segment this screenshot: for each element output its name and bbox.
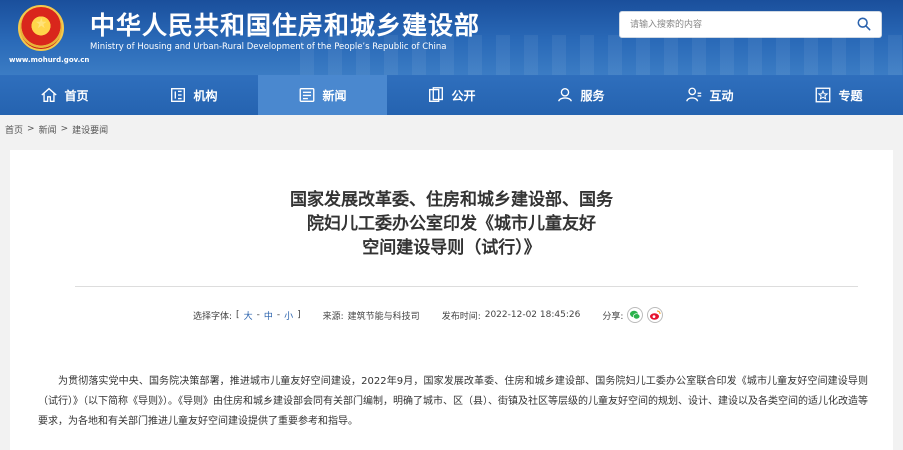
nav-item-service[interactable]: 服务 — [516, 75, 645, 115]
article-meta: 选择字体: [ 大 - 中 - 小 ] 来源: 建筑节能与科技司 发布时间: 2… — [193, 307, 664, 323]
article-title: 国家发展改革委、住房和城乡建设部、国务 院妇儿工委办公室印发《城市儿童友好 空间… — [10, 188, 893, 260]
nav-label: 新闻 — [322, 88, 347, 103]
publish-time-label: 发布时间: — [441, 311, 481, 322]
article-title-line: 空间建设导则（试行）》 — [362, 238, 541, 258]
weibo-share-icon[interactable] — [647, 307, 664, 323]
home-icon — [41, 87, 58, 102]
nav-item-open[interactable]: 公开 — [387, 75, 516, 115]
font-bracket: ] — [297, 310, 301, 320]
title-divider — [75, 286, 858, 287]
site-url: www.mohurd.gov.cn — [9, 56, 90, 64]
breadcrumb: 首页 > 新闻 > 建设要闻 — [0, 115, 903, 143]
breadcrumb-news[interactable]: 新闻 — [39, 123, 57, 136]
breadcrumb-construction-news[interactable]: 建设要闻 — [72, 123, 108, 136]
nav-item-news[interactable]: 新闻 — [258, 75, 387, 115]
nav-label: 首页 — [64, 88, 89, 103]
topic-icon — [816, 87, 831, 103]
service-icon — [558, 88, 573, 102]
nav-label: 公开 — [451, 88, 476, 103]
nav-label: 机构 — [193, 88, 218, 103]
org-icon — [171, 88, 186, 102]
nav-label: 专题 — [838, 88, 863, 103]
search-input[interactable] — [620, 12, 840, 38]
nav-item-interact[interactable]: 互动 — [645, 75, 774, 115]
article-panel: 国家发展改革委、住房和城乡建设部、国务 院妇儿工委办公室印发《城市儿童友好 空间… — [10, 150, 893, 450]
font-sep: - — [276, 310, 281, 320]
nav-item-org[interactable]: 机构 — [129, 75, 258, 115]
source-value: 建筑节能与科技司 — [347, 311, 420, 322]
site-title-en: Ministry of Housing and Urban-Rural Deve… — [90, 42, 447, 52]
wechat-share-icon[interactable] — [627, 307, 644, 323]
national-emblem-icon: ★ — [18, 5, 64, 51]
site-title-cn[interactable]: 中华人民共和国住房和城乡建设部 — [90, 6, 480, 42]
font-bracket: [ — [236, 310, 240, 320]
share-label: 分享: — [602, 311, 624, 322]
font-small-button[interactable]: 小 — [284, 309, 293, 322]
nav-label: 服务 — [580, 88, 605, 103]
article-paragraph: 为贯彻落实党中央、国务院决策部署，推进城市儿童友好空间建设，2022年9月，国家… — [38, 376, 868, 427]
article-title-line: 院妇儿工委办公室印发《城市儿童友好 — [307, 214, 596, 234]
open-icon — [429, 87, 444, 102]
source-label: 来源: — [322, 311, 344, 322]
site-header: ★ www.mohurd.gov.cn 中华人民共和国住房和城乡建设部 Mini… — [0, 0, 903, 75]
breadcrumb-sep: > — [60, 124, 69, 134]
main-nav: 首页 机构 新闻 公开 服务 互动 专题 — [0, 75, 903, 115]
article-title-line: 国家发展改革委、住房和城乡建设部、国务 — [290, 190, 613, 210]
breadcrumb-sep: > — [27, 124, 35, 134]
nav-label: 互动 — [709, 88, 734, 103]
font-sep: - — [256, 310, 260, 320]
article-body: 为贯彻落实党中央、国务院决策部署，推进城市儿童友好空间建设，2022年9月，国家… — [38, 372, 868, 432]
news-icon — [300, 88, 315, 102]
interact-icon — [686, 87, 702, 102]
search-box — [619, 11, 882, 38]
font-size-label: 选择字体: — [193, 311, 233, 322]
nav-item-home[interactable]: 首页 — [0, 75, 129, 115]
breadcrumb-home[interactable]: 首页 — [5, 123, 23, 136]
search-icon[interactable] — [857, 17, 871, 31]
font-medium-button[interactable]: 中 — [264, 309, 273, 322]
font-large-button[interactable]: 大 — [244, 309, 253, 322]
nav-item-topic[interactable]: 专题 — [774, 75, 903, 115]
publish-time-value: 2022-12-02 18:45:26 — [484, 310, 581, 320]
